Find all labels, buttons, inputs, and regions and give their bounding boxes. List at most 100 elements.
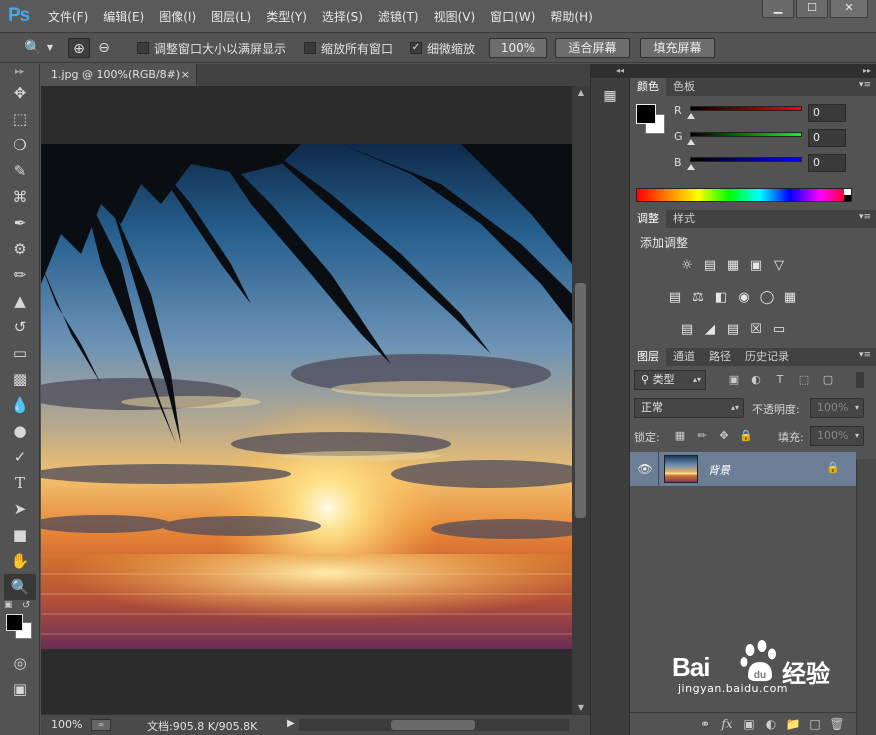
- menu-file[interactable]: 文件(F): [48, 8, 88, 25]
- document-tab[interactable]: 1.jpg @ 100%(RGB/8#) ×: [41, 64, 197, 86]
- menu-filter[interactable]: 滤镜(T): [378, 8, 419, 25]
- healing-brush-tool-icon[interactable]: ⚙: [0, 236, 40, 262]
- sunset-photo[interactable]: [41, 144, 572, 649]
- horizontal-scrollbar[interactable]: [299, 719, 569, 731]
- red-channel-slider[interactable]: [690, 106, 802, 111]
- curves-icon[interactable]: ▦: [724, 258, 742, 273]
- lock-transparent-icon[interactable]: ▦: [672, 428, 688, 444]
- lasso-tool-icon[interactable]: ❍: [0, 132, 40, 158]
- layer-filter-kind-select[interactable]: ⚲ 类型 ▴▾: [634, 370, 706, 390]
- threshold-icon[interactable]: ▤: [724, 322, 742, 337]
- path-selection-tool-icon[interactable]: ➤: [0, 496, 40, 522]
- filter-toggle[interactable]: [856, 372, 864, 388]
- dodge-tool-icon[interactable]: ●: [0, 418, 40, 444]
- filter-smart-object-icon[interactable]: ▢: [820, 372, 836, 388]
- color-balance-icon[interactable]: ⚖: [689, 290, 707, 305]
- scroll-down-icon[interactable]: ▼: [572, 703, 590, 712]
- vertical-scroll-thumb[interactable]: [575, 283, 586, 518]
- marquee-tool-icon[interactable]: ⬚: [0, 106, 40, 132]
- brush-tool-icon[interactable]: ✏: [0, 262, 40, 288]
- layers-panel-menu-icon[interactable]: ▾≡: [859, 350, 871, 360]
- scroll-up-icon[interactable]: ▲: [572, 88, 590, 97]
- new-group-icon[interactable]: 📁: [782, 713, 804, 735]
- red-channel-value[interactable]: 0: [808, 104, 846, 122]
- properties-panel-icon[interactable]: ▦: [597, 88, 623, 110]
- screen-mode-icon[interactable]: ▣: [0, 676, 40, 702]
- lock-position-icon[interactable]: ✥: [716, 428, 732, 444]
- green-channel-slider[interactable]: [690, 132, 802, 137]
- vertical-scrollbar[interactable]: ▲ ▼: [572, 86, 590, 714]
- status-menu-arrow-icon[interactable]: ▶: [287, 718, 295, 729]
- tab-layers[interactable]: 图层: [630, 348, 666, 366]
- blur-tool-icon[interactable]: 💧: [0, 392, 40, 418]
- default-colors-icon[interactable]: ▣: [4, 600, 13, 610]
- red-slider-marker[interactable]: [687, 113, 695, 119]
- maximize-button[interactable]: ☐: [796, 0, 828, 18]
- adjustments-panel-menu-icon[interactable]: ▾≡: [859, 212, 871, 222]
- fill-screen-button[interactable]: 填充屏幕: [640, 38, 715, 58]
- tab-swatches[interactable]: 色板: [666, 78, 702, 96]
- move-tool-icon[interactable]: ✥: [0, 80, 40, 106]
- menu-layer[interactable]: 图层(L): [211, 8, 251, 25]
- layer-style-icon[interactable]: fx: [716, 713, 738, 735]
- hue-saturation-icon[interactable]: ▤: [666, 290, 684, 305]
- vibrance-icon[interactable]: ▽: [770, 258, 788, 273]
- blue-slider-marker[interactable]: [687, 164, 695, 170]
- blue-channel-value[interactable]: 0: [808, 154, 846, 172]
- quick-mask-icon[interactable]: ◎: [0, 650, 40, 676]
- layer-name[interactable]: 背景: [708, 462, 730, 478]
- gradient-tool-icon[interactable]: ▩: [0, 366, 40, 392]
- minimize-button[interactable]: ▁: [762, 0, 794, 18]
- lock-all-icon[interactable]: 🔒: [738, 428, 754, 444]
- canvas-area[interactable]: [41, 86, 572, 714]
- zoom-all-checkbox[interactable]: [304, 42, 316, 54]
- filter-type-icon[interactable]: T: [772, 372, 788, 388]
- color-lookup-icon[interactable]: ▦: [781, 290, 799, 305]
- visibility-eye-icon[interactable]: 👁: [636, 460, 654, 478]
- selective-color-icon[interactable]: ☒: [747, 322, 765, 337]
- rectangle-tool-icon[interactable]: ■: [0, 522, 40, 548]
- channel-mixer-icon[interactable]: ◯: [758, 290, 776, 305]
- invert-icon[interactable]: ▤: [678, 322, 696, 337]
- menu-window[interactable]: 窗口(W): [490, 8, 535, 25]
- link-layers-icon[interactable]: ⚭: [694, 713, 716, 735]
- horizontal-scroll-thumb[interactable]: [391, 720, 475, 730]
- lock-image-icon[interactable]: ✏: [694, 428, 710, 444]
- zoom-out-icon[interactable]: ⊖: [93, 38, 115, 58]
- zoom-tool-preset-icon[interactable]: 🔍: [22, 38, 44, 58]
- posterize-icon[interactable]: ◢: [701, 322, 719, 337]
- menu-select[interactable]: 选择(S): [322, 8, 363, 25]
- delete-layer-icon[interactable]: 🗑: [826, 713, 848, 735]
- swap-colors-icon[interactable]: ↺: [22, 600, 30, 611]
- type-tool-icon[interactable]: T: [0, 470, 40, 496]
- scrubby-zoom-checkbox[interactable]: ✓: [410, 42, 422, 54]
- blend-mode-select[interactable]: 正常 ▴▾: [634, 398, 744, 418]
- collapse-panels-icon[interactable]: ▸▸: [630, 64, 876, 78]
- photo-filter-icon[interactable]: ◉: [735, 290, 753, 305]
- close-button[interactable]: ✕: [830, 0, 868, 18]
- quick-selection-tool-icon[interactable]: ✎: [0, 158, 40, 184]
- zoom-in-icon[interactable]: ⊕: [68, 38, 90, 58]
- tab-history[interactable]: 历史记录: [738, 348, 796, 366]
- pen-tool-icon[interactable]: ✓: [0, 444, 40, 470]
- color-foreground-swatch[interactable]: [636, 104, 656, 124]
- menu-edit[interactable]: 编辑(E): [103, 8, 144, 25]
- menu-image[interactable]: 图像(I): [159, 8, 196, 25]
- menu-help[interactable]: 帮助(H): [550, 8, 592, 25]
- tab-styles[interactable]: 样式: [666, 210, 702, 228]
- add-mask-icon[interactable]: ▣: [738, 713, 760, 735]
- brightness-icon[interactable]: ☼: [678, 258, 696, 273]
- layer-row[interactable]: 👁 背景 🔒: [630, 452, 856, 486]
- black-white-swatch[interactable]: [844, 189, 851, 201]
- tab-color[interactable]: 颜色: [630, 78, 666, 96]
- expand-panels-icon[interactable]: ◂◂: [591, 64, 629, 78]
- layer-thumbnail[interactable]: [664, 455, 698, 483]
- exposure-icon[interactable]: ▣: [747, 258, 765, 273]
- hand-tool-icon[interactable]: ✋: [0, 548, 40, 574]
- eyedropper-tool-icon[interactable]: ✒: [0, 210, 40, 236]
- gradient-map-icon[interactable]: ▭: [770, 322, 788, 337]
- new-layer-icon[interactable]: □: [804, 713, 826, 735]
- status-info-icon[interactable]: ∞: [91, 719, 111, 731]
- color-spectrum-bar[interactable]: [636, 188, 852, 202]
- tab-paths[interactable]: 路径: [702, 348, 738, 366]
